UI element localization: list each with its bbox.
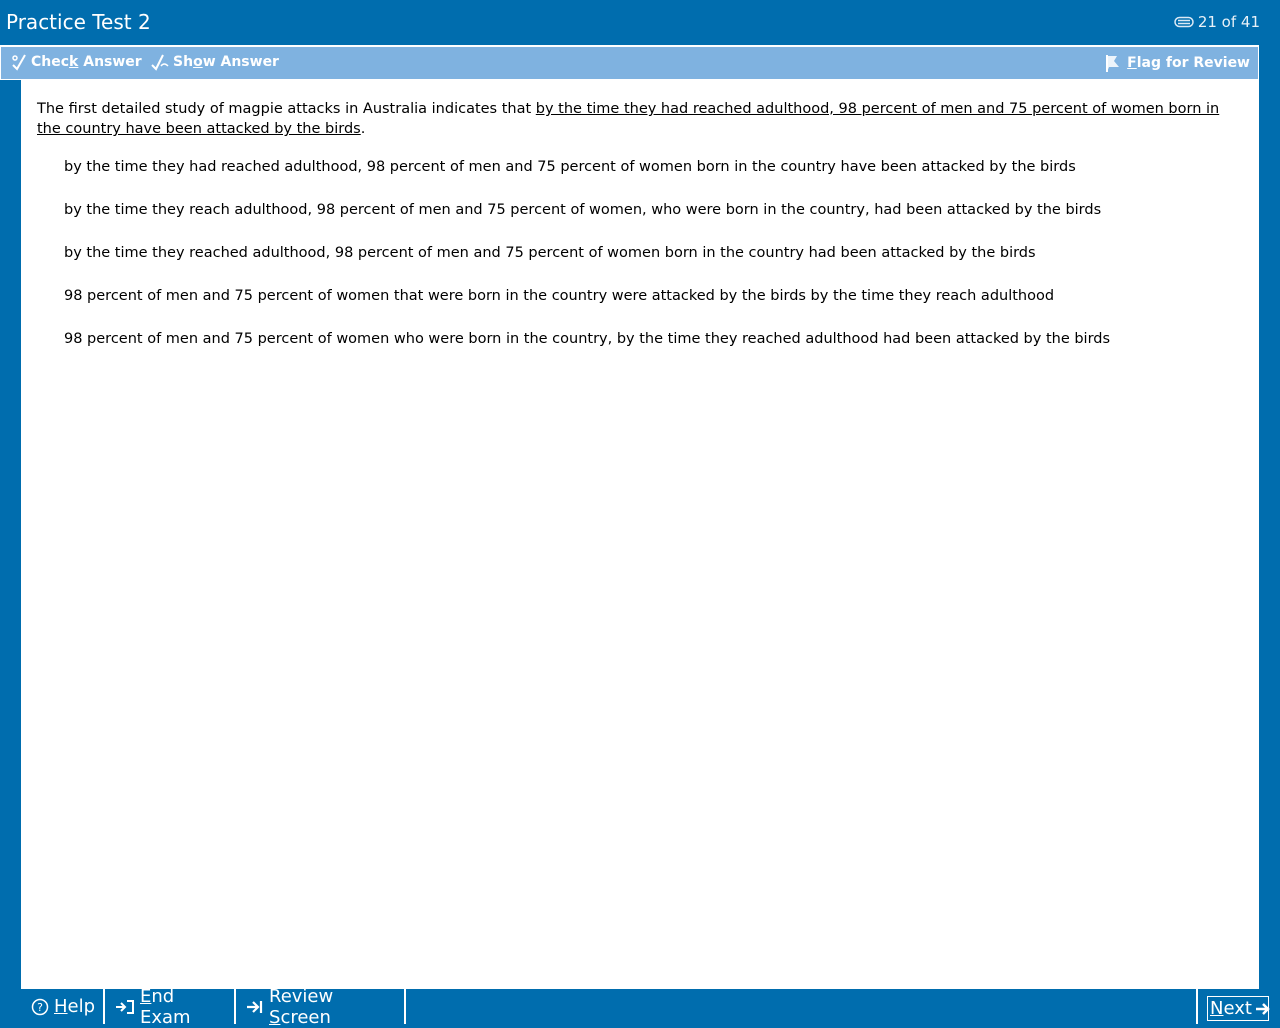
answer-options: by the time they had reached adulthood, … <box>64 158 1110 373</box>
question-suffix: . <box>360 121 366 137</box>
show-answer-button[interactable]: Show Answer <box>151 53 279 71</box>
title-bar: Practice Test 2 21 of 41 <box>0 0 1280 45</box>
answer-option-d[interactable]: 98 percent of men and 75 percent of wome… <box>64 287 1110 330</box>
next-button[interactable]: Next <box>1207 996 1271 1021</box>
help-icon: ? <box>31 998 49 1016</box>
question-panel: The first detailed study of magpie attac… <box>21 80 1259 989</box>
app-title: Practice Test 2 <box>6 10 151 34</box>
svg-text:?: ? <box>37 1001 43 1014</box>
flag-icon <box>1103 53 1123 73</box>
question-progress: 21 of 41 <box>1174 12 1260 32</box>
end-exam-label: End Exam <box>140 985 191 1028</box>
answer-option-e[interactable]: 98 percent of men and 75 percent of wome… <box>64 330 1110 373</box>
bottom-divider <box>1196 989 1198 1024</box>
toolbar: Check Answer Show Answer Flag for Review <box>0 45 1259 80</box>
progress-text: 21 of 41 <box>1197 13 1260 31</box>
show-answer-label: Show Answer <box>173 54 279 70</box>
check-answer-icon <box>11 53 27 71</box>
answer-option-c[interactable]: by the time they reached adulthood, 98 p… <box>64 244 1110 287</box>
end-exam-button[interactable]: End Exam <box>105 986 236 1028</box>
next-label: Next <box>1210 998 1252 1019</box>
question-stem: The first detailed study of magpie attac… <box>37 99 1227 139</box>
question-prefix: The first detailed study of magpie attac… <box>37 101 536 117</box>
answer-option-a[interactable]: by the time they had reached adulthood, … <box>64 158 1110 201</box>
review-screen-button[interactable]: Review Screen <box>236 986 406 1028</box>
check-answer-button[interactable]: Check Answer <box>11 53 142 71</box>
help-label: Help <box>54 996 96 1017</box>
review-screen-label: Review Screen <box>269 985 334 1028</box>
check-answer-label: Check Answer <box>31 54 142 70</box>
paperclip-icon <box>1174 16 1194 28</box>
flag-for-review-button[interactable]: Flag for Review <box>1103 53 1250 73</box>
review-screen-icon <box>246 999 264 1015</box>
flag-for-review-label: Flag for Review <box>1127 55 1250 71</box>
answer-option-b[interactable]: by the time they reach adulthood, 98 per… <box>64 201 1110 244</box>
end-exam-icon <box>115 999 135 1015</box>
help-button[interactable]: ? Help <box>21 989 105 1024</box>
show-answer-icon <box>151 53 169 71</box>
bottom-bar: ? Help End Exam Review Screen Next <box>21 986 1280 1028</box>
arrow-right-icon <box>1255 1001 1271 1017</box>
